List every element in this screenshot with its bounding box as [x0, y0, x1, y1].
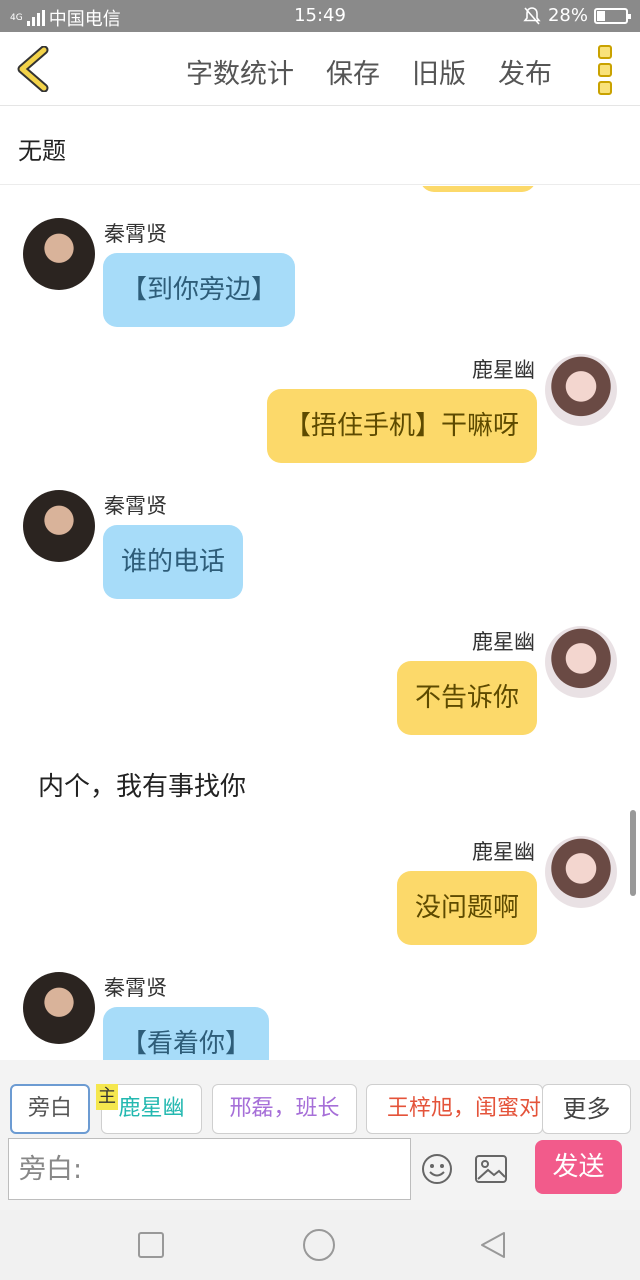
battery-level: [597, 10, 606, 21]
word-count-button[interactable]: 字数统计: [186, 52, 294, 91]
role-3-label: 王梓旭，闺蜜对象: [387, 1096, 542, 1121]
chat-area[interactable]: 秦霄贤 【到你旁边】 鹿星幽 【捂住手机】干嘛呀 秦霄贤 谁的电话 鹿星幽 不告…: [0, 186, 640, 1060]
home-icon[interactable]: [302, 1228, 336, 1262]
role-2-button[interactable]: 邢磊，班长: [212, 1084, 357, 1134]
image-icon[interactable]: [474, 1154, 508, 1184]
more-menu-icon[interactable]: [598, 45, 614, 95]
sender-name: 鹿星幽: [472, 840, 535, 864]
sender-name: 鹿星幽: [472, 358, 535, 382]
message-input[interactable]: [9, 1139, 410, 1199]
role-narration-button[interactable]: 旁白: [10, 1084, 90, 1134]
back-icon[interactable]: [478, 1230, 508, 1260]
publish-button[interactable]: 发布: [498, 52, 552, 91]
navigation-bar: [0, 1210, 640, 1280]
sender-name: 秦霄贤: [104, 222, 167, 246]
battery-percent: 28%: [547, 5, 588, 26]
message-bubble[interactable]: 【到你旁边】: [103, 253, 296, 327]
more-roles-button[interactable]: 更多: [542, 1084, 631, 1134]
avatar-lu[interactable]: [545, 354, 617, 426]
main-role-tag: 主: [96, 1084, 118, 1110]
composer: 旁白 鹿星幽 主 邢磊，班长 王梓旭，闺蜜对象 更多 发送: [0, 1060, 640, 1210]
message-bubble[interactable]: 【捂住手机】干嘛呀: [266, 389, 537, 463]
message-bubble[interactable]: 【看着你】: [103, 1007, 270, 1060]
save-button[interactable]: 保存: [326, 52, 380, 91]
previous-bubble-edge: [420, 186, 536, 192]
avatar-lu[interactable]: [545, 836, 617, 908]
message-bubble[interactable]: 不告诉你: [396, 661, 537, 735]
sender-name: 秦霄贤: [104, 976, 167, 1000]
title-bar: 无题: [0, 107, 640, 185]
send-button[interactable]: 发送: [535, 1140, 622, 1194]
old-version-button[interactable]: 旧版: [412, 52, 466, 91]
emoji-icon[interactable]: [421, 1153, 453, 1185]
message-bubble[interactable]: 没问题啊: [396, 871, 537, 945]
avatar-qin[interactable]: [23, 490, 95, 562]
role-3-button[interactable]: 王梓旭，闺蜜对象: [366, 1084, 543, 1134]
message-bubble[interactable]: 谁的电话: [103, 525, 244, 599]
mute-bell-icon: [523, 6, 541, 25]
top-toolbar: 字数统计 保存 旧版 发布: [0, 32, 640, 106]
status-bar: 4G 中国电信 15:49 28%: [0, 0, 640, 32]
status-right: 28%: [522, 5, 631, 26]
recent-apps-icon[interactable]: [136, 1230, 166, 1260]
message-input-box[interactable]: [8, 1138, 411, 1200]
toolbar-actions: 字数统计 保存 旧版 发布: [186, 52, 552, 91]
avatar-lu[interactable]: [545, 626, 617, 698]
scrollbar-thumb[interactable]: [630, 810, 636, 896]
sender-name: 秦霄贤: [104, 494, 167, 518]
story-title[interactable]: 无题: [18, 131, 66, 166]
sender-name: 鹿星幽: [472, 630, 535, 654]
battery-icon: [594, 7, 631, 24]
avatar-qin[interactable]: [23, 218, 95, 290]
avatar-qin[interactable]: [23, 972, 95, 1044]
back-chevron-icon[interactable]: [14, 46, 54, 92]
narration-text[interactable]: 内个，我有事找你: [38, 766, 246, 803]
